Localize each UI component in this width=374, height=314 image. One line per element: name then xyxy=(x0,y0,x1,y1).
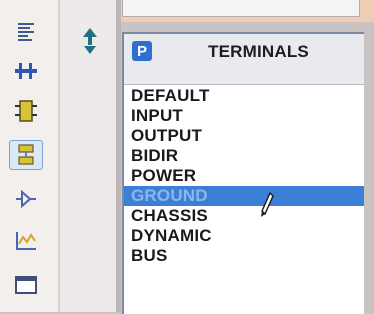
list-item[interactable]: INPUT xyxy=(124,106,364,126)
bus-icon[interactable] xyxy=(9,56,43,86)
terminals-list: DEFAULT INPUT OUTPUT BIDIR POWER GROUND … xyxy=(124,86,364,266)
panel-header: P TERMINALS xyxy=(124,34,364,85)
device-pin-icon[interactable] xyxy=(9,184,43,214)
list-item[interactable]: GROUND xyxy=(124,186,364,206)
text-script-icon[interactable] xyxy=(9,16,43,46)
graph-icon[interactable] xyxy=(9,226,43,256)
list-item[interactable]: DYNAMIC xyxy=(124,226,364,246)
pick-button[interactable]: P xyxy=(132,41,152,61)
list-item[interactable]: CHASSIS xyxy=(124,206,364,226)
gutter-divider xyxy=(116,0,121,312)
terminals-mode-icon[interactable] xyxy=(9,140,43,170)
sort-arrow-button[interactable] xyxy=(77,24,103,58)
terminals-selector-panel: P TERMINALS DEFAULT INPUT OUTPUT BIDIR P… xyxy=(122,32,364,314)
tape-recorder-icon[interactable] xyxy=(9,270,43,300)
mode-toolbar xyxy=(0,0,60,312)
subcircuit-icon[interactable] xyxy=(9,96,43,126)
upper-panel-edge xyxy=(122,0,360,17)
list-item[interactable]: POWER xyxy=(124,166,364,186)
panel-title: TERMINALS xyxy=(208,42,309,61)
pencil-cursor-icon xyxy=(260,191,274,223)
list-item[interactable]: BIDIR xyxy=(124,146,364,166)
list-item[interactable]: DEFAULT xyxy=(124,86,364,106)
up-down-arrow-icon xyxy=(83,28,97,54)
list-item[interactable]: OUTPUT xyxy=(124,126,364,146)
list-item[interactable]: BUS xyxy=(124,246,364,266)
